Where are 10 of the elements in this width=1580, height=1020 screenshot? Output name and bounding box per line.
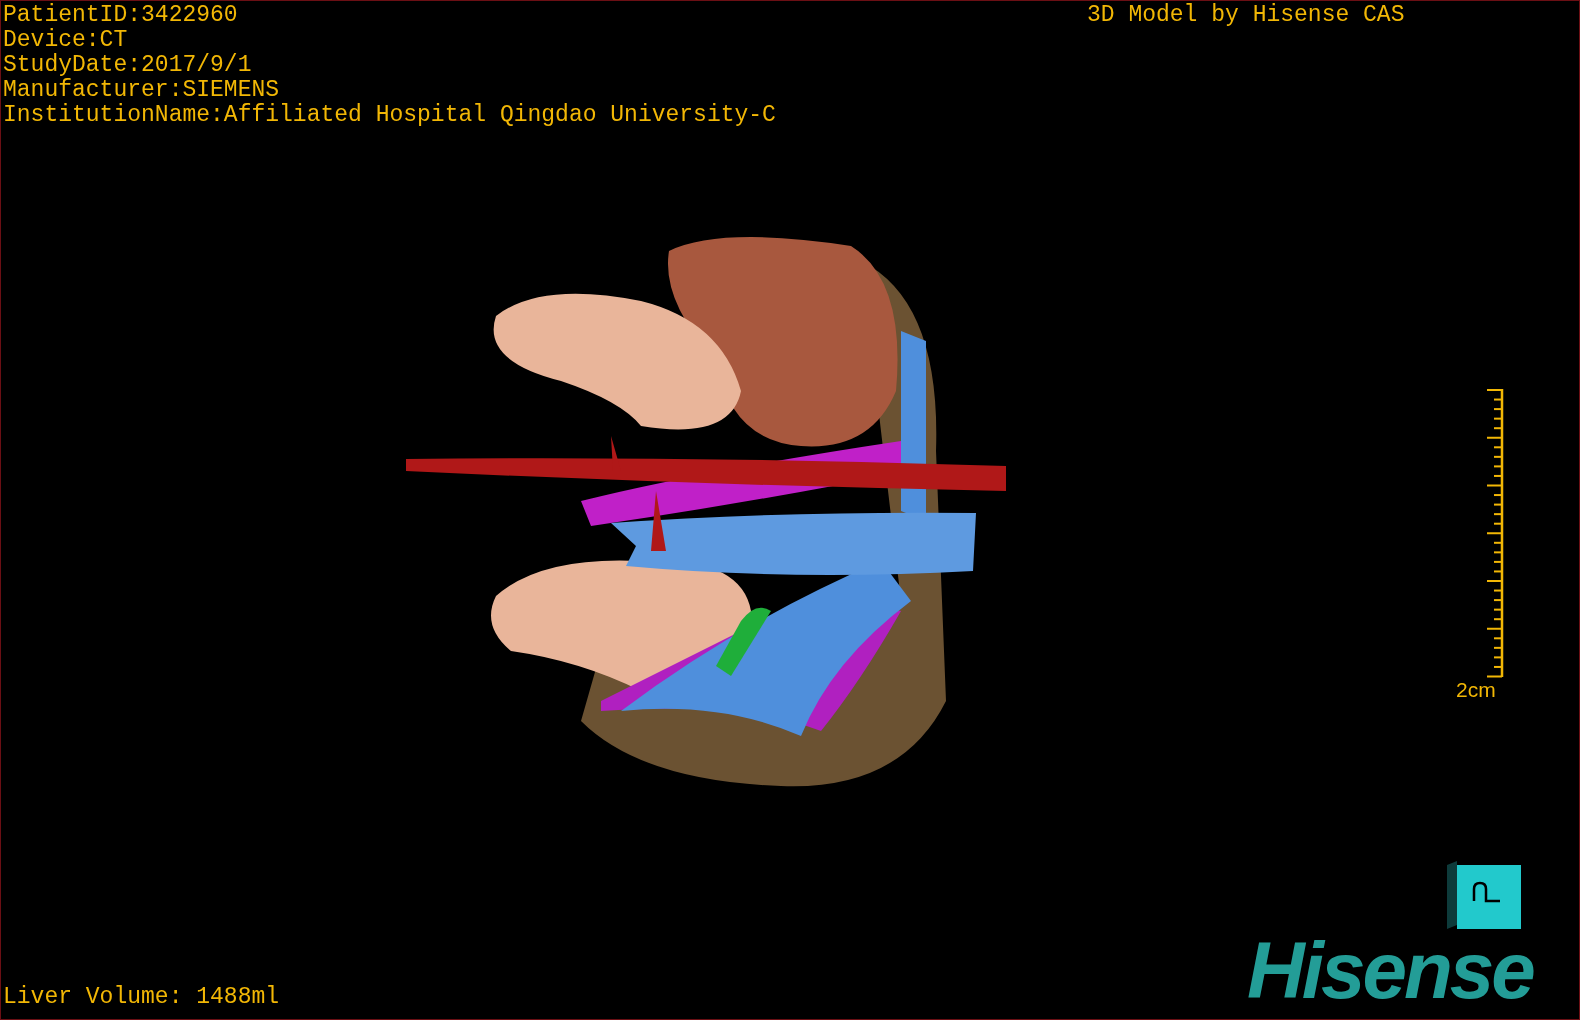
brand-logo: Hisense (1247, 931, 1533, 1011)
study-info-line: PatientID:3422960 (3, 3, 239, 28)
study-info-line: InstitutionName:Affiliated Hospital Qingdao University-C (3, 103, 776, 128)
liver-volume-label: Liver Volume: 1488ml (3, 985, 280, 1010)
study-info-line: Manufacturer:SIEMENS (3, 78, 281, 103)
scale-label: 2cm (1456, 679, 1496, 701)
orientation-cube-icon (1447, 861, 1521, 929)
study-info-line: Device:CT (3, 28, 129, 53)
model-credit: 3D Model by Hisense CAS (1087, 3, 1405, 28)
study-info-line: StudyDate:2017/9/1 (3, 53, 253, 78)
